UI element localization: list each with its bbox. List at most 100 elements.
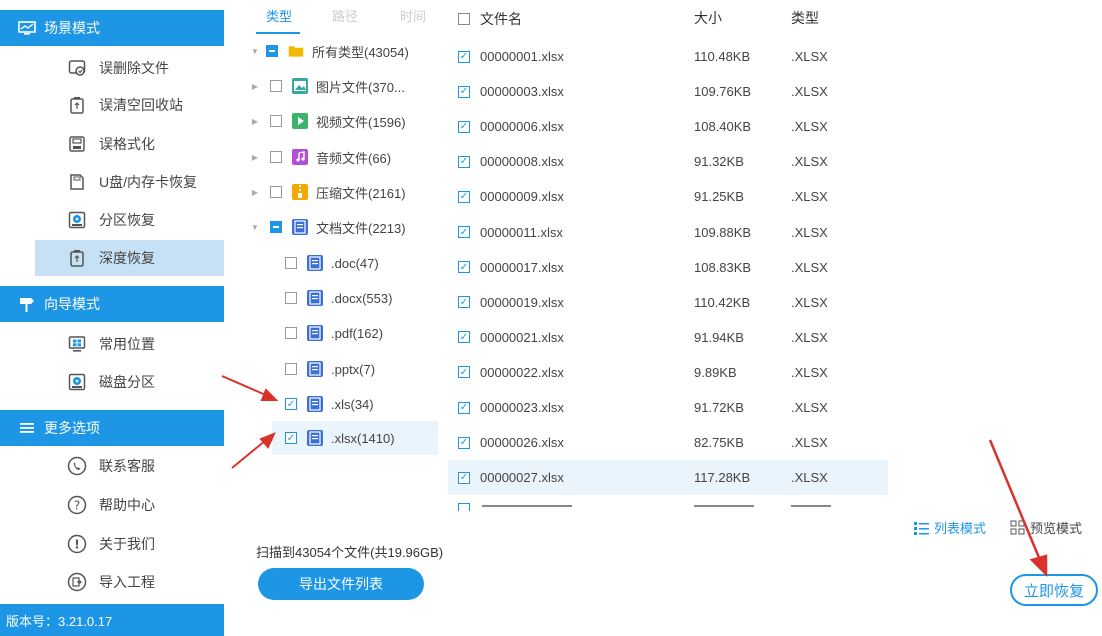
sidebar-item-label: 帮助中心: [99, 497, 155, 513]
tree-row-archives[interactable]: ▶ 压缩文件(2161): [248, 175, 440, 209]
file-row[interactable]: ✓ 00000023.xlsx 91.72KB .XLSX: [448, 390, 888, 425]
recycle-bin-icon: [67, 95, 87, 115]
expand-arrow-icon[interactable]: ▶: [248, 117, 262, 126]
partition-icon: [67, 210, 87, 230]
tree-row-images[interactable]: ▶ 图片文件(370...: [248, 69, 440, 103]
file-checkbox-checked[interactable]: ✓: [458, 366, 470, 379]
file-row[interactable]: ✓ 00000006.xlsx 108.40KB .XLSX: [448, 109, 888, 144]
sidebar-item-deep-recovery[interactable]: 深度恢复: [35, 240, 224, 276]
file-type: .XLSX: [791, 49, 828, 64]
tree-tabs: 类型 路径 时间: [256, 4, 436, 34]
tree-row-xls[interactable]: ✓ .xls(34): [248, 387, 440, 421]
preview-mode-label: 预览模式: [1030, 521, 1083, 536]
file-row[interactable]: ✓ 00000003.xlsx 109.76KB .XLSX: [448, 74, 888, 109]
file-checkbox-checked[interactable]: ✓: [458, 85, 470, 98]
preview-mode-toggle[interactable]: 预览模式: [1010, 518, 1082, 537]
sidebar-item-label: 误格式化: [99, 136, 155, 152]
column-header-name[interactable]: 文件名: [458, 9, 522, 29]
tree-checkbox[interactable]: [285, 292, 297, 304]
expand-arrow-icon[interactable]: ▶: [248, 188, 262, 197]
file-name-cell: ✓ 00000026.xlsx: [458, 435, 564, 450]
tree-checkbox-checked[interactable]: ✓: [285, 398, 297, 410]
more-options-header[interactable]: 更多选项: [0, 410, 224, 446]
file-checkbox-checked[interactable]: ✓: [458, 401, 470, 414]
tree-checkbox-checked[interactable]: ✓: [285, 432, 297, 444]
file-checkbox-checked[interactable]: ✓: [458, 226, 470, 238]
tree-checkbox[interactable]: [285, 363, 297, 375]
guide-mode-header[interactable]: 向导模式: [0, 286, 224, 322]
tree-row-documents[interactable]: ▼ 文档文件(2213): [248, 210, 440, 244]
tree-checkbox[interactable]: [285, 257, 297, 269]
recover-now-button[interactable]: 立即恢复: [1010, 574, 1098, 606]
phone-icon: [67, 456, 87, 476]
document-file-icon: [292, 219, 308, 235]
file-checkbox-checked[interactable]: ✓: [458, 261, 470, 274]
sidebar-item-label: 磁盘分区: [99, 374, 155, 390]
tree-row-doc[interactable]: .doc(47): [248, 246, 440, 280]
file-row[interactable]: ✓ 00000022.xlsx 9.89KB .XLSX: [448, 355, 888, 390]
file-name-cell: ✓ 00000027.xlsx: [458, 470, 564, 485]
file-checkbox-checked[interactable]: ✓: [458, 190, 470, 203]
sidebar-item-label: 关于我们: [99, 536, 155, 552]
tree-checkbox[interactable]: [270, 151, 282, 163]
file-row[interactable]: ✓ 00000011.xlsx 109.88KB .XLSX: [448, 215, 888, 250]
tree-checkbox[interactable]: [270, 221, 282, 233]
file-row[interactable]: ✓ 00000026.xlsx 82.75KB .XLSX: [448, 425, 888, 460]
tab-type[interactable]: 类型: [256, 4, 301, 34]
export-file-list-button[interactable]: 导出文件列表: [258, 568, 424, 600]
sidebar-item-common-locations[interactable]: 常用位置: [35, 326, 224, 362]
file-row[interactable]: ✓ 00000021.xlsx 91.94KB .XLSX: [448, 320, 888, 355]
tree-checkbox[interactable]: [270, 186, 282, 198]
collapse-arrow-icon[interactable]: ▼: [248, 47, 262, 56]
sidebar-item-recycle-bin[interactable]: 误清空回收站: [35, 87, 224, 123]
sidebar-item-partition-recovery[interactable]: 分区恢复: [35, 202, 224, 238]
file-checkbox-checked[interactable]: ✓: [458, 331, 470, 344]
file-row[interactable]: ✓ 00000027.xlsx 117.28KB .XLSX: [448, 460, 888, 496]
signpost-icon: [18, 295, 36, 313]
file-checkbox-checked[interactable]: ✓: [458, 120, 470, 133]
expand-arrow-icon[interactable]: ▶: [248, 82, 262, 91]
tree-checkbox[interactable]: [285, 327, 297, 339]
sidebar-item-usb-recovery[interactable]: U盘/内存卡恢复: [35, 164, 224, 200]
sidebar-item-disk-partition[interactable]: 磁盘分区: [35, 364, 224, 400]
select-all-checkbox[interactable]: [458, 13, 470, 25]
document-file-icon: [307, 290, 323, 306]
file-row[interactable]: ✓ 00000009.xlsx 91.25KB .XLSX: [448, 179, 888, 214]
tree-row-pdf[interactable]: .pdf(162): [248, 316, 440, 350]
file-row[interactable]: ✓ 00000019.xlsx 110.42KB .XLSX: [448, 285, 888, 320]
sidebar-item-format[interactable]: 误格式化: [35, 126, 224, 162]
file-checkbox-checked[interactable]: ✓: [458, 296, 470, 309]
column-header-size[interactable]: 大小: [694, 8, 722, 28]
scene-mode-header[interactable]: 场景模式: [0, 10, 224, 46]
tree-row-all-types[interactable]: ▼ 所有类型(43054): [248, 34, 440, 68]
file-row[interactable]: ✓ 00000001.xlsx 110.48KB .XLSX: [448, 39, 888, 74]
tree-row-pptx[interactable]: .pptx(7): [248, 352, 440, 386]
file-size: 91.25KB: [694, 189, 744, 205]
tab-time[interactable]: 时间: [390, 4, 436, 34]
list-mode-toggle[interactable]: 列表模式: [914, 518, 986, 537]
file-checkbox-checked[interactable]: ✓: [458, 50, 470, 63]
tree-checkbox[interactable]: [270, 115, 282, 127]
tree-checkbox[interactable]: [266, 45, 278, 57]
file-row[interactable]: ✓ 00000017.xlsx 108.83KB .XLSX: [448, 250, 888, 285]
file-checkbox-checked[interactable]: ✓: [458, 436, 470, 449]
column-header-type[interactable]: 类型: [791, 8, 819, 28]
sidebar-item-import-project[interactable]: 导入工程: [35, 564, 224, 600]
collapse-arrow-icon[interactable]: ▼: [248, 223, 262, 232]
tree-row-docx[interactable]: .docx(553): [248, 281, 440, 315]
sidebar-item-about-us[interactable]: ! 关于我们: [35, 526, 224, 562]
expand-arrow-icon[interactable]: ▶: [248, 153, 262, 162]
tree-row-xlsx[interactable]: ✓ .xlsx(1410): [272, 421, 438, 455]
file-checkbox-checked[interactable]: ✓: [458, 155, 470, 168]
sidebar-item-deleted-files[interactable]: 误删除文件: [35, 50, 224, 86]
file-type: .XLSX: [791, 400, 828, 415]
tree-row-video[interactable]: ▶ 视频文件(1596): [248, 104, 440, 138]
tab-path[interactable]: 路径: [322, 4, 368, 34]
sidebar-item-help-center[interactable]: ? 帮助中心: [35, 487, 224, 523]
file-type: .XLSX: [791, 294, 828, 310]
tree-row-audio[interactable]: ▶ 音频文件(66): [248, 140, 440, 174]
tree-checkbox[interactable]: [270, 80, 282, 92]
file-row[interactable]: ✓ 00000008.xlsx 91.32KB .XLSX: [448, 144, 888, 179]
sidebar-item-contact-support[interactable]: 联系客服: [35, 448, 224, 484]
file-checkbox-checked[interactable]: ✓: [458, 471, 470, 484]
